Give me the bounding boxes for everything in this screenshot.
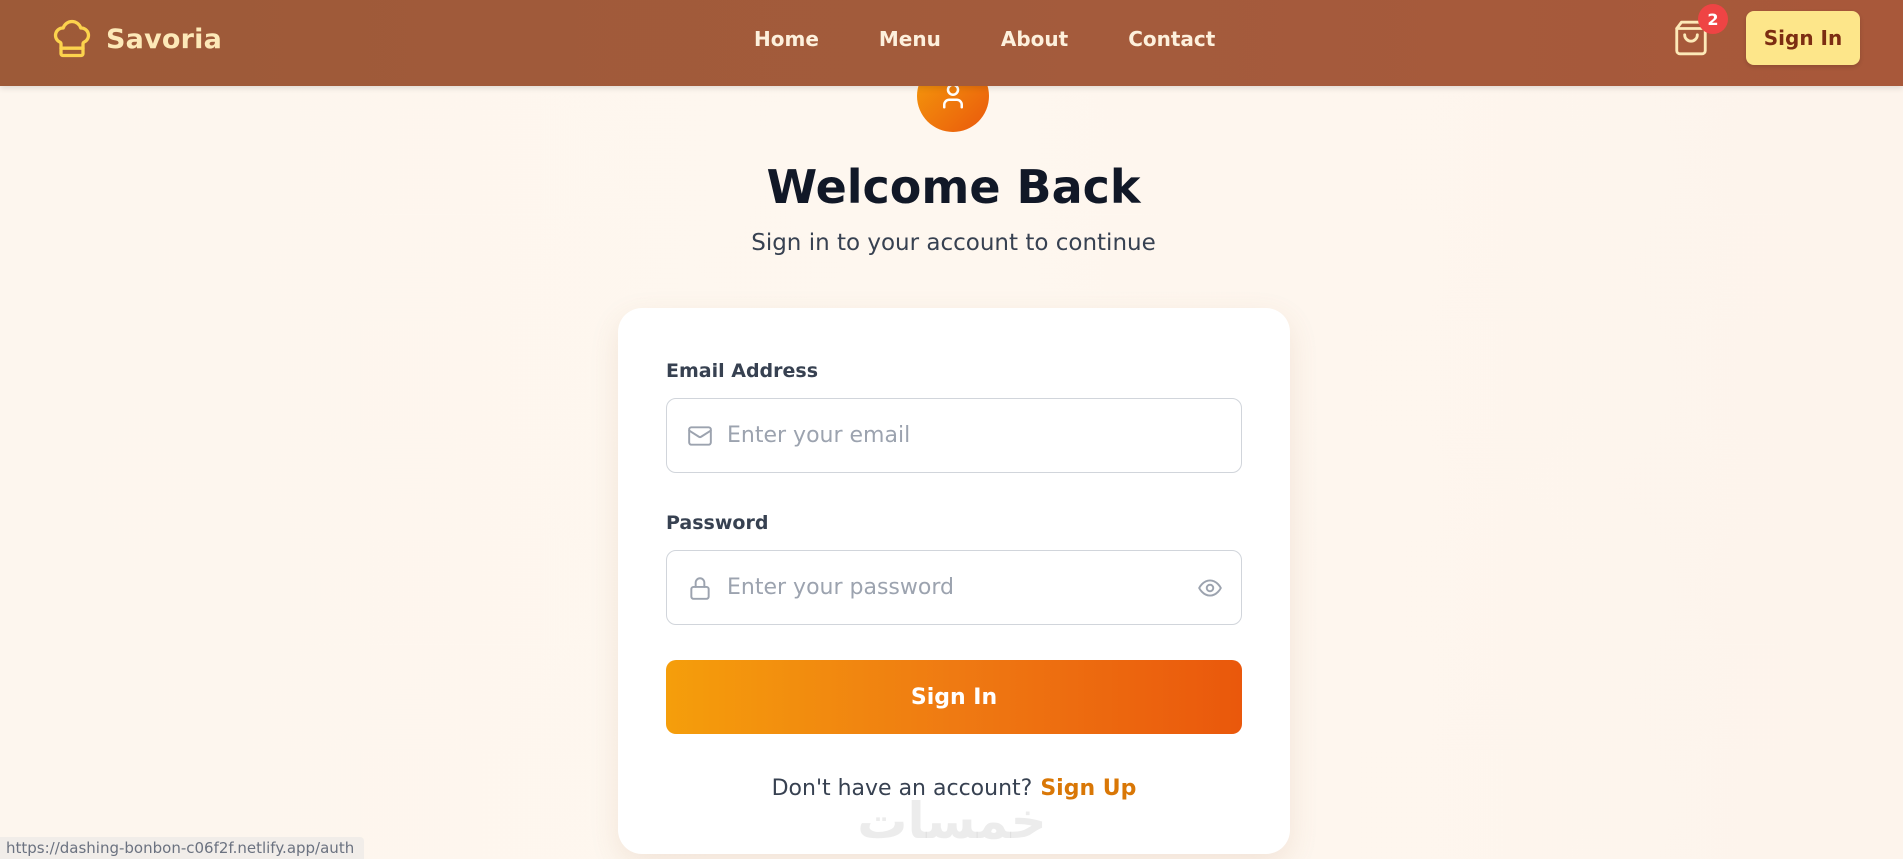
nav-sign-in-button[interactable]: Sign In	[1746, 11, 1860, 65]
page-title: Welcome Back	[766, 160, 1141, 214]
status-bar-url: https://dashing-bonbon-c06f2f.netlify.ap…	[0, 837, 365, 859]
sign-in-card: Email Address Password Sign In Don't hav…	[618, 308, 1290, 854]
email-label: Email Address	[666, 360, 819, 382]
brand-name: Savoria	[106, 23, 223, 55]
watermark: خمسات	[857, 792, 1047, 850]
cart-count-badge: 2	[1698, 4, 1728, 34]
password-label: Password	[666, 512, 769, 534]
lock-icon	[690, 577, 710, 600]
nav-link-menu[interactable]: Menu	[879, 27, 941, 51]
email-input[interactable]	[727, 399, 1167, 472]
nav-link-contact[interactable]: Contact	[1128, 27, 1215, 51]
sign-in-submit-button[interactable]: Sign In	[666, 660, 1242, 734]
eye-icon[interactable]	[1195, 575, 1225, 601]
nav-link-home[interactable]: Home	[754, 27, 819, 51]
chef-hat-icon	[53, 19, 91, 58]
password-field[interactable]	[666, 550, 1242, 625]
mail-icon	[688, 426, 712, 446]
email-field[interactable]	[666, 398, 1242, 473]
nav-link-about[interactable]: About	[1001, 27, 1068, 51]
main-nav: Home Menu About Contact	[754, 27, 1275, 51]
top-navbar: Savoria Home Menu About Contact 2 Sign I…	[0, 0, 1903, 86]
password-input[interactable]	[727, 551, 1167, 624]
cart-button[interactable]: 2	[1672, 4, 1728, 62]
page-subtitle: Sign in to your account to continue	[751, 230, 1156, 256]
brand-logo[interactable]: Savoria	[50, 17, 222, 61]
